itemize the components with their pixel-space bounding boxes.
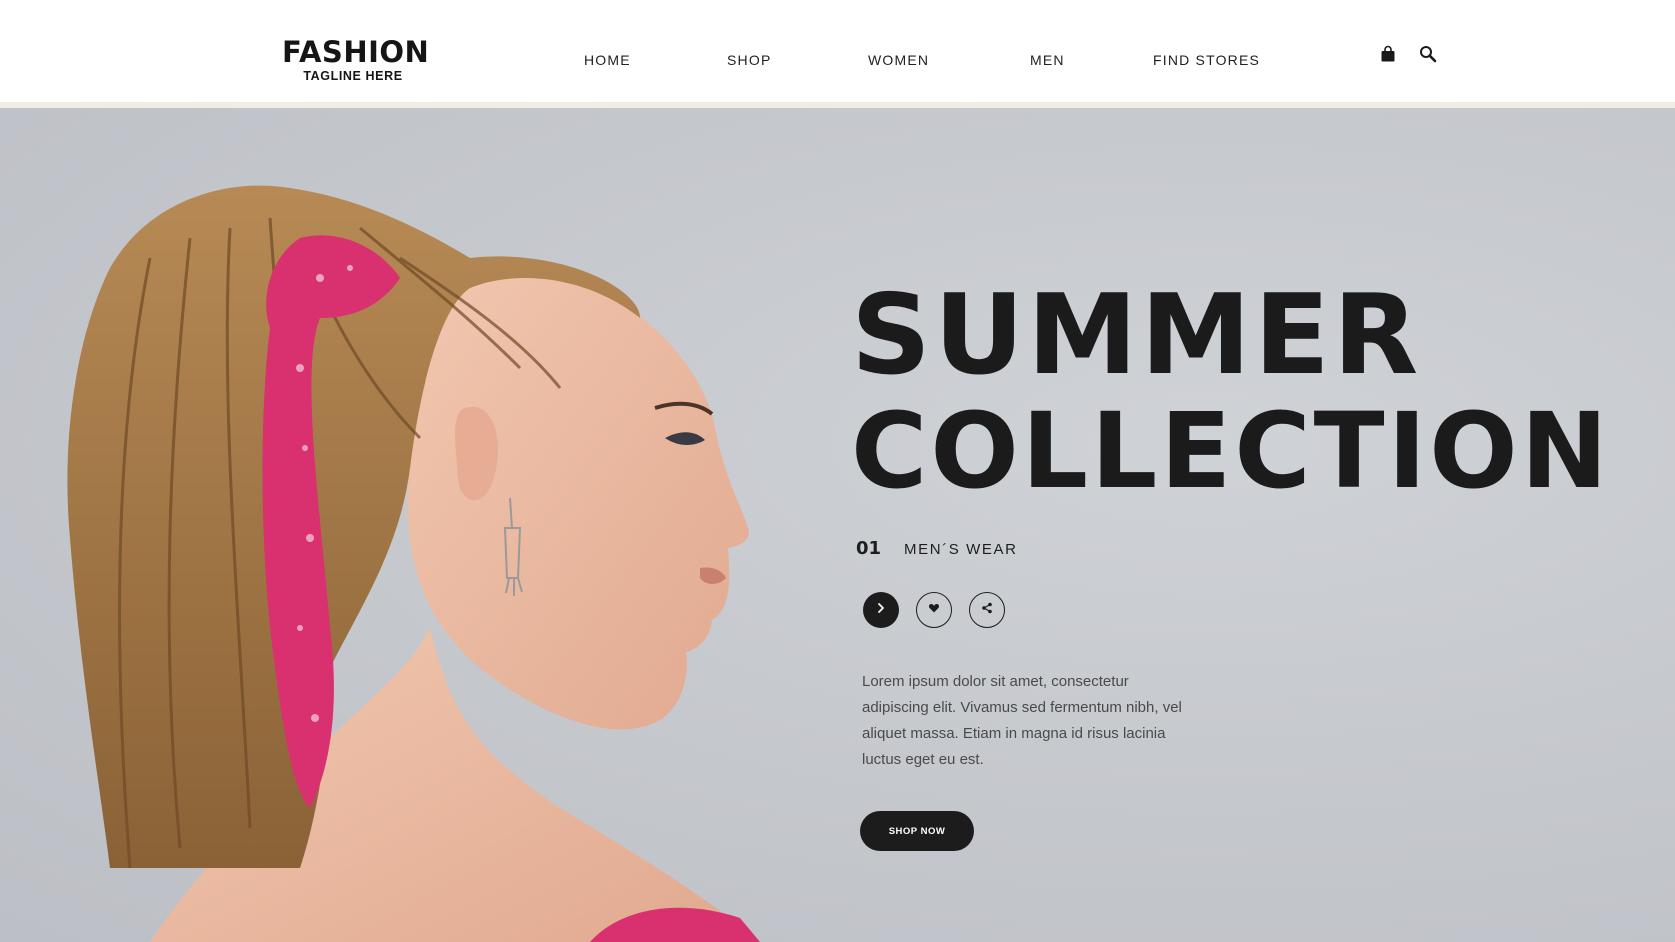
heart-icon (928, 601, 940, 619)
shopping-bag-icon[interactable] (1376, 42, 1400, 66)
nav-item-home[interactable]: HOME (584, 52, 631, 68)
shop-now-button[interactable]: SHOP NOW (860, 811, 974, 851)
favorite-button[interactable] (916, 592, 952, 628)
nav-item-find-stores[interactable]: FIND STORES (1153, 52, 1260, 68)
brand-logo[interactable]: FASHION TAGLINE HERE (282, 35, 430, 83)
hero-description: Lorem ipsum dolor sit amet, consectetur … (862, 673, 1182, 768)
slide-index: 01 (856, 538, 882, 559)
hero-model-image (67, 185, 760, 942)
headline-line-2: COLLECTION (851, 390, 1611, 512)
nav-item-women[interactable]: WOMEN (868, 52, 929, 68)
share-button[interactable] (969, 592, 1005, 628)
chevron-right-icon (875, 601, 887, 619)
nav-item-shop[interactable]: SHOP (727, 52, 771, 68)
brand-tagline: TAGLINE HERE (303, 69, 403, 83)
nav-item-men[interactable]: MEN (1030, 52, 1065, 68)
search-icon[interactable] (1416, 42, 1440, 66)
hero-banner: SUMMER COLLECTION 01 MEN´S WEAR Lorem ip… (0, 108, 1675, 942)
category-label: MEN´S WEAR (904, 541, 1018, 558)
headline-line-1: SUMMER (851, 271, 1422, 400)
hero-headline: SUMMER COLLECTION (851, 280, 1611, 503)
share-icon (981, 601, 993, 619)
next-button[interactable] (863, 592, 899, 628)
brand-name: FASHION (282, 35, 430, 69)
site-header: FASHION TAGLINE HERE HOME SHOP WOMEN MEN… (0, 0, 1675, 102)
